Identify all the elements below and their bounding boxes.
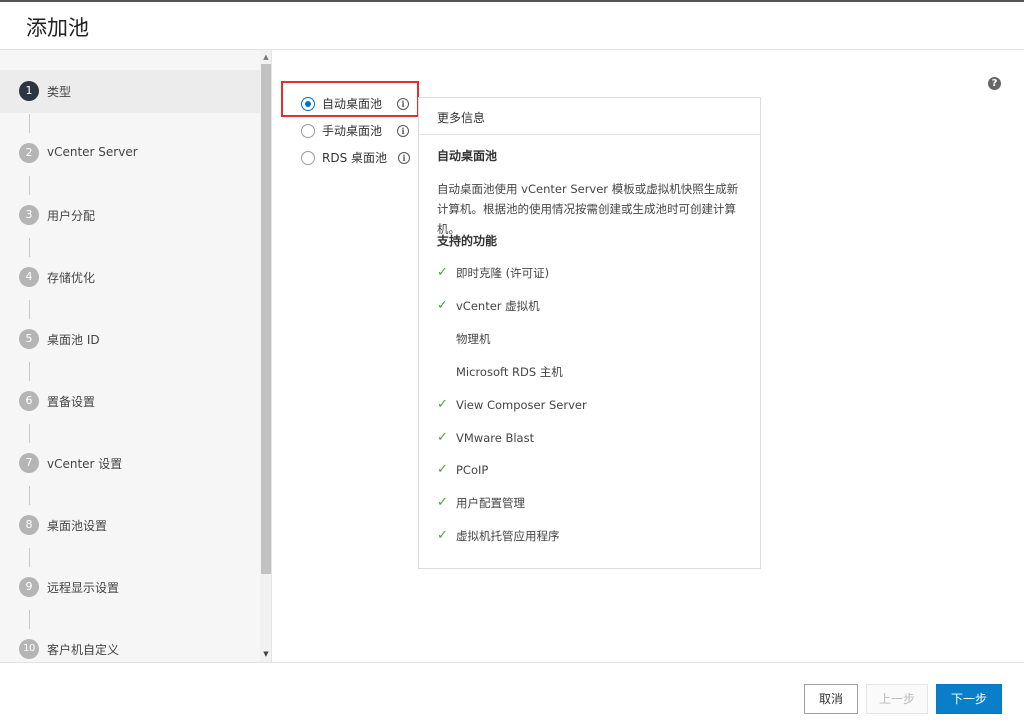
radio-label: 手动桌面池	[322, 124, 383, 138]
scroll-down-arrow-icon[interactable]: ▼	[260, 650, 271, 658]
step-guest-customization[interactable]: 10 客户机自定义	[0, 628, 260, 662]
step-label: 类型	[47, 85, 72, 99]
step-number: 4	[19, 267, 39, 287]
step-number: 8	[19, 515, 39, 535]
panel-header-text: 更多信息	[437, 111, 486, 125]
panel-description: 自动桌面池使用 vCenter Server 模板或虚拟机快照生成新计算机。根据…	[437, 182, 739, 236]
radio-label: 自动桌面池	[322, 97, 383, 111]
step-connector	[29, 424, 30, 443]
panel-subtitle: 自动桌面池	[437, 149, 498, 163]
check-icon: ✓	[437, 430, 448, 445]
radio-manual-pool[interactable]: 手动桌面池 i	[301, 123, 421, 139]
info-icon[interactable]: i	[398, 152, 410, 164]
step-number: 2	[19, 143, 39, 163]
feature-item: 物理机	[437, 331, 757, 347]
feature-label: 虚拟机托管应用程序	[456, 529, 560, 543]
step-vcenter-server[interactable]: 2 vCenter Server	[0, 132, 260, 175]
wizard-sidebar: 1 类型 2 vCenter Server 3 用户分配 4 存储优化 5 桌面…	[0, 50, 272, 662]
more-info-panel: 更多信息 自动桌面池 自动桌面池使用 vCenter Server 模板或虚拟机…	[418, 97, 761, 569]
step-number: 10	[19, 639, 39, 659]
feature-label: View Composer Server	[456, 398, 587, 412]
step-number: 5	[19, 329, 39, 349]
feature-label: PCoIP	[456, 463, 489, 477]
radio-button[interactable]	[301, 151, 315, 165]
features-title: 支持的功能	[437, 234, 498, 248]
step-number: 7	[19, 453, 39, 473]
feature-label: 用户配置管理	[456, 496, 525, 510]
step-label: vCenter Server	[47, 145, 138, 159]
step-label: 客户机自定义	[47, 643, 120, 657]
step-type[interactable]: 1 类型	[0, 70, 260, 113]
feature-item: ✓ 虚拟机托管应用程序	[437, 528, 757, 544]
step-connector	[29, 610, 30, 629]
check-icon: ✓	[437, 298, 448, 313]
scroll-up-arrow-icon[interactable]: ▲	[260, 53, 271, 61]
step-label: 桌面池设置	[47, 519, 108, 533]
step-connector	[29, 176, 30, 195]
feature-item: ✓ 即时克隆 (许可证)	[437, 265, 757, 281]
step-pool-id[interactable]: 5 桌面池 ID	[0, 318, 260, 361]
step-vcenter-settings[interactable]: 7 vCenter 设置	[0, 442, 260, 485]
feature-item: ✓ VMware Blast	[437, 430, 757, 446]
cancel-button[interactable]: 取消	[804, 684, 858, 714]
previous-button[interactable]: 上一步	[866, 684, 928, 714]
step-connector	[29, 238, 30, 257]
footer-divider	[0, 662, 1024, 663]
next-button[interactable]: 下一步	[936, 684, 1002, 714]
step-label: 远程显示设置	[47, 581, 120, 595]
radio-button[interactable]	[301, 124, 315, 138]
info-icon[interactable]: i	[397, 125, 409, 137]
radio-automated-pool[interactable]: 自动桌面池 i	[301, 96, 421, 112]
step-connector	[29, 548, 30, 567]
info-icon[interactable]: i	[397, 98, 409, 110]
check-icon: ✓	[437, 462, 448, 477]
radio-rds-pool[interactable]: RDS 桌面池 i	[301, 150, 421, 166]
feature-label: VMware Blast	[456, 431, 535, 445]
feature-item: ✓ vCenter 虚拟机	[437, 298, 757, 314]
step-user-assignment[interactable]: 3 用户分配	[0, 194, 260, 237]
step-provisioning-settings[interactable]: 6 置备设置	[0, 380, 260, 423]
step-label: 置备设置	[47, 395, 96, 409]
step-connector	[29, 114, 30, 133]
step-number: 1	[19, 81, 39, 101]
step-label: vCenter 设置	[47, 457, 123, 471]
feature-label: 即时克隆 (许可证)	[456, 266, 550, 280]
step-label: 桌面池 ID	[47, 333, 100, 347]
step-number: 3	[19, 205, 39, 225]
feature-item: ✓ PCoIP	[437, 462, 757, 478]
step-connector	[29, 300, 30, 319]
page-title: 添加池	[26, 16, 89, 40]
step-pool-settings[interactable]: 8 桌面池设置	[0, 504, 260, 547]
window-top-border	[0, 0, 1024, 2]
check-icon: ✓	[437, 495, 448, 510]
check-icon: ✓	[437, 265, 448, 280]
check-icon: ✓	[437, 528, 448, 543]
step-label: 存储优化	[47, 271, 96, 285]
step-number: 6	[19, 391, 39, 411]
feature-label: 物理机	[456, 332, 491, 346]
check-icon: ✓	[437, 397, 448, 412]
help-icon[interactable]: ?	[988, 77, 1001, 90]
feature-label: Microsoft RDS 主机	[456, 365, 563, 379]
step-number: 9	[19, 577, 39, 597]
step-storage-optimization[interactable]: 4 存储优化	[0, 256, 260, 299]
scroll-thumb[interactable]	[261, 64, 271, 574]
feature-item: ✓ View Composer Server	[437, 397, 757, 413]
step-remote-display-settings[interactable]: 9 远程显示设置	[0, 566, 260, 609]
radio-button[interactable]	[301, 97, 315, 111]
feature-label: vCenter 虚拟机	[456, 299, 540, 313]
radio-label: RDS 桌面池	[322, 151, 388, 165]
panel-header: 更多信息	[419, 98, 760, 135]
wizard-steps: 1 类型 2 vCenter Server 3 用户分配 4 存储优化 5 桌面…	[0, 50, 260, 662]
step-label: 用户分配	[47, 209, 96, 223]
feature-item: ✓ 用户配置管理	[437, 495, 757, 511]
feature-item: Microsoft RDS 主机	[437, 364, 757, 380]
step-connector	[29, 486, 30, 505]
step-connector	[29, 362, 30, 381]
sidebar-scrollbar[interactable]: ▲ ▼	[260, 50, 271, 662]
